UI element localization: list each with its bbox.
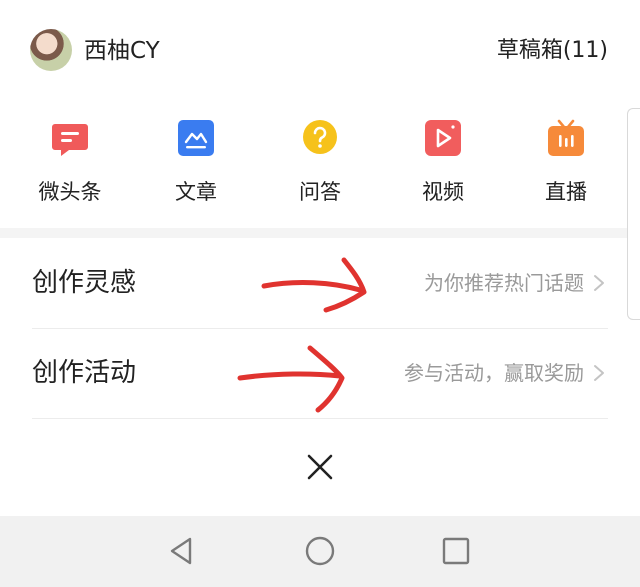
row-divider xyxy=(32,418,608,419)
micro-post-icon xyxy=(52,124,88,156)
action-micro-post[interactable]: 微头条 xyxy=(20,108,120,218)
action-video[interactable]: 视频 xyxy=(393,108,493,218)
menu-row-inspiration[interactable]: 创作灵感 为你推荐热门话题 xyxy=(0,238,640,328)
action-label: 视频 xyxy=(422,180,464,204)
sheet-header: 西柚CY 草稿箱(11) xyxy=(0,0,640,100)
section-separator xyxy=(0,228,640,238)
menu-row-title: 创作活动 xyxy=(32,358,137,388)
drafts-button[interactable]: 草稿箱(11) xyxy=(497,36,608,66)
recents-square-icon[interactable] xyxy=(438,533,474,569)
action-label: 直播 xyxy=(545,180,587,204)
qa-icon xyxy=(303,120,337,154)
create-actions: 微头条 文章 问答 视频 直播 xyxy=(0,108,640,218)
action-article[interactable]: 文章 xyxy=(146,108,246,218)
menu-row-activities[interactable]: 创作活动 参与活动，赢取奖励 xyxy=(0,328,640,418)
menu-row-subtitle: 为你推荐热门话题 xyxy=(424,271,584,295)
menu-row-title: 创作灵感 xyxy=(32,268,137,298)
home-circle-icon[interactable] xyxy=(302,533,338,569)
action-label: 微头条 xyxy=(38,180,102,204)
menu-row-subtitle: 参与活动，赢取奖励 xyxy=(404,361,584,385)
live-icon xyxy=(548,119,584,156)
video-icon xyxy=(425,120,461,156)
back-triangle-icon[interactable] xyxy=(164,533,200,569)
create-sheet: 西柚CY 草稿箱(11) 微头条 文章 问答 视频 直播 创作灵感 为你推荐热门… xyxy=(0,0,640,516)
article-icon xyxy=(178,120,214,156)
action-qa[interactable]: 问答 xyxy=(270,108,370,218)
chevron-right-icon xyxy=(594,275,604,291)
scroll-edge-indicator xyxy=(627,108,640,320)
close-icon[interactable] xyxy=(305,452,335,482)
action-label: 问答 xyxy=(299,180,341,204)
avatar[interactable] xyxy=(30,29,72,71)
system-navigation-bar xyxy=(0,516,640,587)
action-live[interactable]: 直播 xyxy=(516,108,616,218)
action-label: 文章 xyxy=(175,180,217,204)
chevron-right-icon xyxy=(594,365,604,381)
username[interactable]: 西柚CY xyxy=(84,36,160,66)
